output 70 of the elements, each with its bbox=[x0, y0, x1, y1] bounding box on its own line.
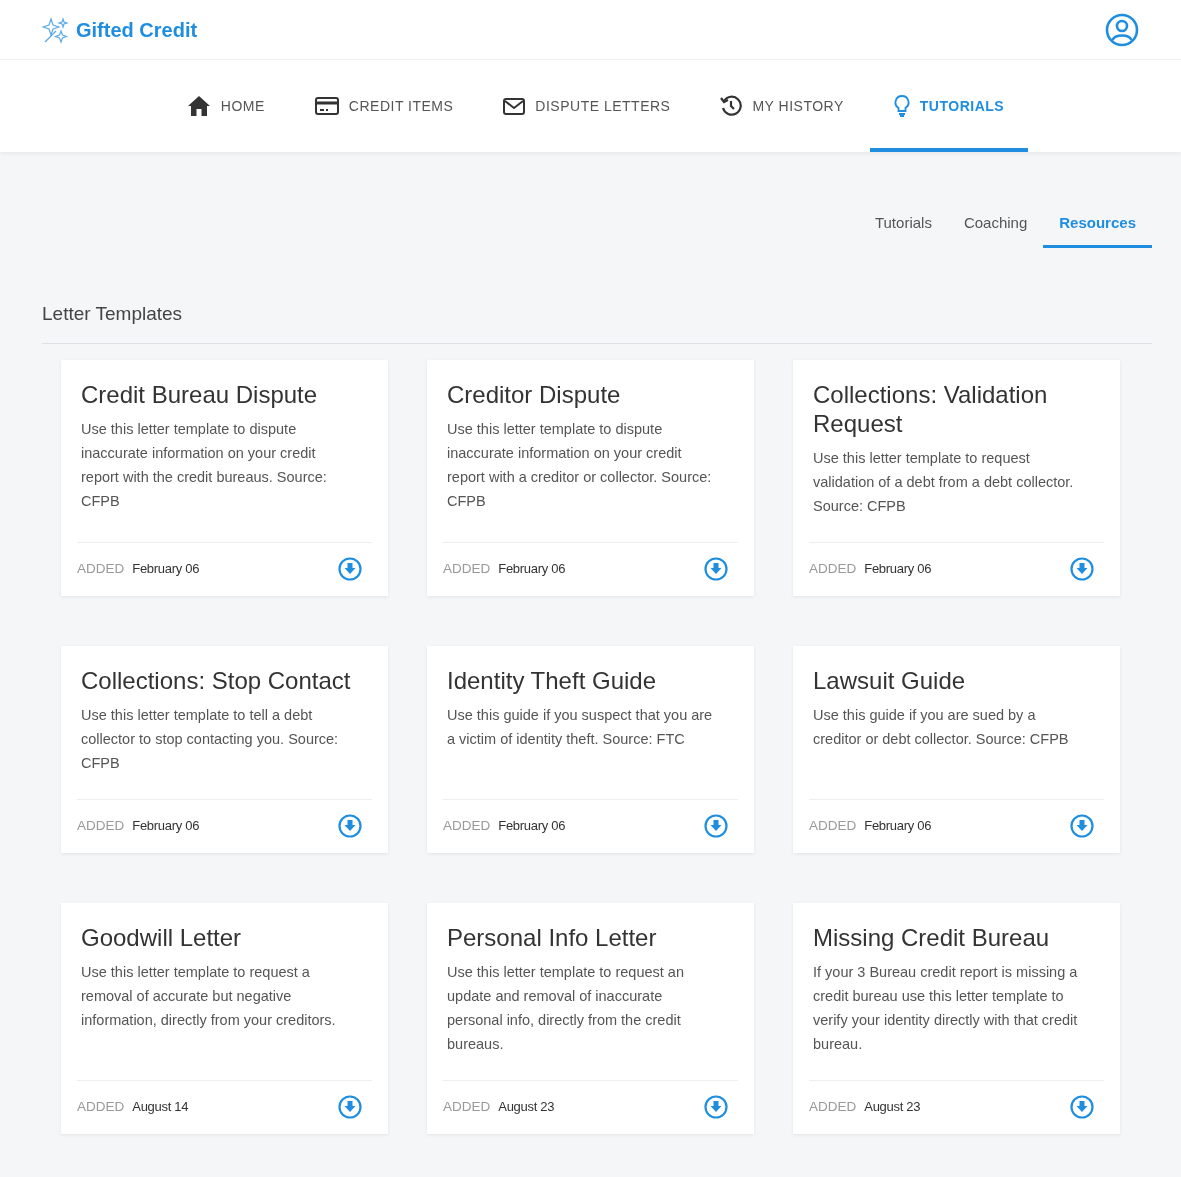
download-button[interactable] bbox=[338, 1095, 362, 1119]
added-label: ADDED bbox=[809, 559, 857, 578]
download-icon bbox=[704, 557, 728, 581]
added-label: ADDED bbox=[809, 816, 857, 835]
download-icon bbox=[338, 814, 362, 838]
card-title: Missing Credit Bureau bbox=[812, 922, 1051, 952]
card-description: Use this guide if you are sued by a creditor or debt collector. Source: CFPB bbox=[812, 705, 1070, 749]
card-title: Credit Bureau Dispute bbox=[80, 379, 319, 409]
download-icon bbox=[1070, 814, 1094, 838]
home-icon bbox=[186, 95, 211, 117]
download-icon bbox=[338, 557, 362, 581]
card-description: Use this letter template to request validation of a debt from a debt collector. Source: CFPB bbox=[812, 448, 1075, 516]
card-description: Use this letter template to dispute inaccurate information on your credit report with a creditor or collector. Source: CFPB bbox=[446, 419, 713, 511]
download-button[interactable] bbox=[704, 814, 728, 838]
card-description: Use this letter template to dispute inaccurate information on your credit report with the credit bureaus. Source: CFPB bbox=[80, 419, 328, 511]
download-icon bbox=[338, 1095, 362, 1119]
added-date: August 23 bbox=[864, 1098, 921, 1117]
envelope-icon bbox=[503, 97, 526, 115]
download-button[interactable] bbox=[704, 557, 728, 581]
nav-tab[interactable]: DISPUTE LETTERS bbox=[479, 60, 695, 152]
added-date: August 23 bbox=[498, 1098, 555, 1117]
credit-card-icon bbox=[314, 97, 339, 115]
download-button[interactable] bbox=[704, 1095, 728, 1119]
added-date: February 06 bbox=[498, 560, 566, 579]
added-label: ADDED bbox=[77, 559, 125, 578]
card-description: Use this letter template to request an update and removal of inaccurate personal info, directly from the credit bureaus. bbox=[446, 962, 685, 1054]
sub-tab[interactable]: Tutorials bbox=[858, 212, 948, 248]
sparkles-icon bbox=[42, 15, 70, 44]
added-label: ADDED bbox=[77, 1097, 125, 1116]
sub-tab[interactable]: Coaching bbox=[947, 212, 1044, 248]
download-button[interactable] bbox=[1070, 814, 1094, 838]
lightbulb-icon bbox=[893, 95, 910, 117]
download-button[interactable] bbox=[1070, 557, 1094, 581]
card-description: If your 3 Bureau credit report is missing a credit bureau use this letter template to verify your identity directly with that credit bureau. bbox=[812, 962, 1079, 1054]
download-icon bbox=[704, 814, 728, 838]
added-label: ADDED bbox=[443, 816, 491, 835]
download-button[interactable] bbox=[1070, 1095, 1094, 1119]
added-date: February 06 bbox=[498, 817, 566, 836]
nav-tab[interactable]: HOME bbox=[162, 60, 289, 152]
brand-name[interactable]: Gifted Credit bbox=[76, 14, 198, 45]
nav-tab[interactable]: TUTORIALS bbox=[869, 60, 1029, 152]
added-date: August 14 bbox=[132, 1098, 189, 1117]
download-icon bbox=[1070, 557, 1094, 581]
download-button[interactable] bbox=[338, 814, 362, 838]
card-description: Use this letter template to tell a debt collector to stop contacting you. Source: CFPB bbox=[80, 705, 340, 773]
added-label: ADDED bbox=[77, 816, 125, 835]
user-account-icon[interactable] bbox=[1105, 12, 1139, 47]
card-title: Collections: Validation Request bbox=[812, 379, 1049, 438]
card-description: Use this letter template to request a removal of accurate but negative information, directly from your creditors. bbox=[80, 962, 337, 1030]
added-label: ADDED bbox=[443, 559, 491, 578]
card-description: Use this guide if you suspect that you are a victim of identity theft. Source: FTC bbox=[446, 705, 714, 749]
download-icon bbox=[704, 1095, 728, 1119]
download-button[interactable] bbox=[338, 557, 362, 581]
card-title: Personal Info Letter bbox=[446, 922, 658, 952]
history-icon bbox=[720, 95, 743, 117]
added-date: February 06 bbox=[132, 560, 200, 579]
card-title: Lawsuit Guide bbox=[812, 665, 967, 695]
added-date: February 06 bbox=[864, 560, 932, 579]
added-date: February 06 bbox=[132, 817, 200, 836]
download-icon bbox=[1070, 1095, 1094, 1119]
nav-tab[interactable]: CREDIT ITEMS bbox=[290, 60, 478, 152]
nav-tab[interactable]: MY HISTORY bbox=[696, 60, 868, 152]
added-date: February 06 bbox=[864, 817, 932, 836]
card-title: Goodwill Letter bbox=[80, 922, 243, 952]
section-title: Letter Templates bbox=[42, 302, 184, 326]
card-title: Collections: Stop Contact bbox=[80, 665, 352, 695]
card-title: Creditor Dispute bbox=[446, 379, 622, 409]
card-title: Identity Theft Guide bbox=[446, 665, 657, 695]
added-label: ADDED bbox=[443, 1097, 491, 1116]
added-label: ADDED bbox=[809, 1097, 857, 1116]
